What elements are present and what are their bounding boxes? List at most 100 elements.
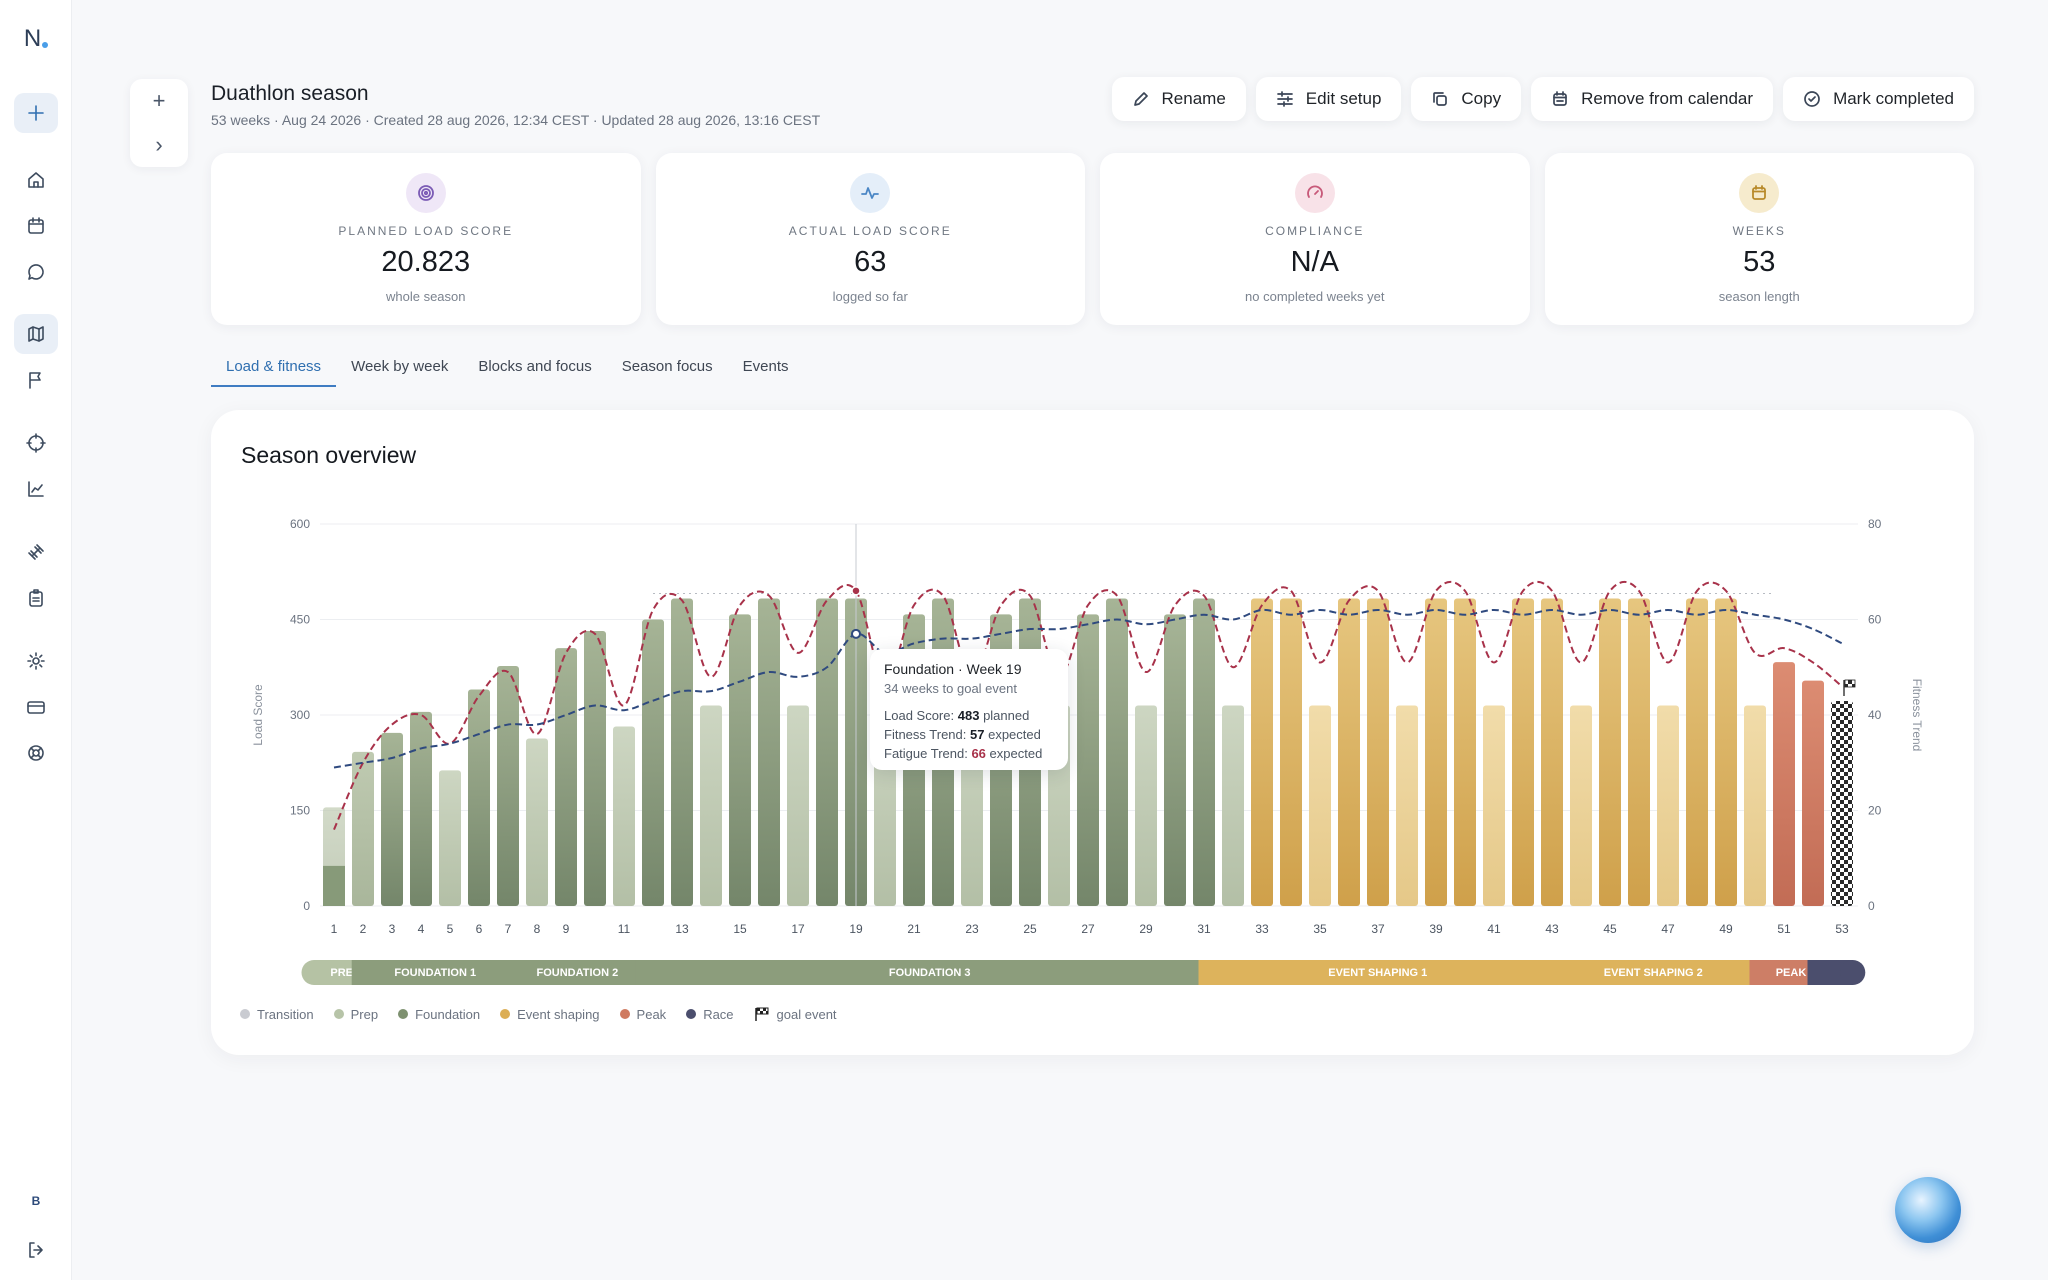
x-tick-label: 33 — [1255, 922, 1269, 936]
x-tick-label: 8 — [534, 922, 541, 936]
x-tick-label: 31 — [1197, 922, 1211, 936]
phase-block-label: EVENT SHAPING 1 — [1328, 967, 1427, 979]
actual-load-bar — [323, 865, 345, 906]
legend-transition[interactable]: Transition — [240, 1007, 314, 1022]
bar-week-11 — [613, 726, 635, 906]
x-tick-label: 37 — [1371, 922, 1385, 936]
bar-week-12 — [642, 619, 664, 906]
season-chart[interactable]: 0 0 150 20 300 40 450 60 600 80 Load Score Fitness … — [0, 0, 2048, 1050]
bar-week-4 — [410, 711, 432, 906]
tooltip-load-label: Load Score: — [884, 708, 955, 723]
user-avatar[interactable]: B — [24, 1189, 48, 1213]
y-tick-label: 600 — [290, 517, 310, 531]
x-tick-label: 41 — [1487, 922, 1501, 936]
bar-week-16 — [758, 598, 780, 906]
legend-swatch — [240, 1009, 250, 1019]
bar-week-47 — [1657, 705, 1679, 906]
bar-week-29 — [1135, 705, 1157, 906]
bar-week-51 — [1773, 662, 1795, 906]
legend-label: Prep — [350, 1006, 379, 1022]
x-tick-label: 9 — [563, 922, 570, 936]
x-tick-label: 13 — [675, 922, 689, 936]
tooltip-load-value: 483 — [957, 708, 980, 723]
phase-bar-cap-left — [301, 960, 327, 985]
tooltip-fatigue-label: Fatigue Trend: — [884, 746, 968, 761]
bar-week-27 — [1077, 614, 1099, 906]
x-tick-label: 49 — [1719, 922, 1733, 936]
bar-week-37 — [1367, 598, 1389, 906]
assistant-bubble[interactable] — [1895, 1177, 1961, 1243]
phase-block-label: EVENT SHAPING 2 — [1604, 967, 1703, 979]
tooltip-fitness-value: 57 — [970, 727, 985, 742]
bar-week-15 — [729, 614, 751, 906]
bar-week-33 — [1251, 598, 1273, 906]
bar-week-14 — [700, 705, 722, 906]
x-tick-label: 51 — [1777, 922, 1791, 936]
fatigue-marker — [851, 586, 861, 596]
bar-week-2 — [352, 751, 374, 906]
x-tick-label: 2 — [360, 922, 367, 936]
x-tick-label: 45 — [1603, 922, 1617, 936]
phase-block-label: FOUNDATION 3 — [889, 967, 971, 979]
y-tick-label: 300 — [290, 708, 310, 722]
bar-week-38 — [1396, 705, 1418, 906]
phase-block-label: FOUNDATION 1 — [394, 967, 476, 979]
bar-week-7 — [497, 665, 519, 906]
bar-week-28 — [1106, 598, 1128, 906]
bar-week-10 — [584, 630, 606, 906]
legend-label: goal event — [776, 1006, 837, 1022]
bar-week-9 — [555, 648, 577, 906]
bar-week-41 — [1483, 705, 1505, 906]
y2-tick-label: 60 — [1868, 613, 1882, 627]
tooltip-load-row: Load Score: 483 planned — [884, 706, 1054, 725]
x-tick-label: 29 — [1139, 922, 1153, 936]
tooltip-fitness-label: Fitness Trend: — [884, 727, 967, 742]
legend-swatch — [686, 1009, 697, 1019]
fitness-marker — [851, 628, 861, 639]
bar-week-42 — [1512, 598, 1534, 906]
bar-week-13 — [671, 598, 693, 906]
tooltip-fatigue-suffix: expected — [989, 746, 1043, 761]
bar-week-31 — [1193, 598, 1215, 906]
goal-flag — [1844, 679, 1856, 688]
x-tick-label: 4 — [418, 922, 425, 936]
bar-week-46 — [1628, 598, 1650, 906]
y2-tick-label: 80 — [1868, 517, 1882, 531]
x-tick-label: 43 — [1545, 922, 1559, 936]
x-tick-label: 5 — [447, 922, 454, 936]
legend-goal-event[interactable]: goal event — [754, 1006, 837, 1022]
legend-swatch — [398, 1009, 409, 1019]
legend-race[interactable]: Race — [686, 1006, 734, 1022]
legend-peak[interactable]: Peak — [619, 1006, 667, 1022]
tooltip-fatigue-row: Fatigue Trend: 66 expected — [884, 744, 1054, 763]
legend-prep[interactable]: Prep — [333, 1006, 379, 1022]
legend-label: Peak — [636, 1006, 667, 1022]
legend-swatch — [500, 1009, 511, 1019]
phase-block-label: PEAK — [1776, 967, 1807, 979]
y2-tick-label: 40 — [1868, 708, 1882, 722]
y2-axis-label: Fitness Trend — [1910, 679, 1924, 752]
legend-label: Race — [703, 1006, 734, 1022]
bar-week-6 — [468, 689, 490, 906]
x-tick-label: 19 — [849, 922, 863, 936]
legend-swatch — [333, 1009, 344, 1019]
legend-swatch — [619, 1009, 630, 1019]
chart-tooltip: Foundation · Week 19 34 weeks to goal ev… — [870, 649, 1068, 770]
tooltip-title: Foundation · Week 19 — [884, 661, 1022, 677]
y-tick-label: 0 — [303, 899, 310, 913]
chart-legend: Transition Prep Foundation Event shaping… — [240, 1006, 837, 1022]
bar-week-53 — [1831, 700, 1853, 906]
logout-button[interactable] — [14, 1230, 58, 1270]
bar-week-39 — [1425, 598, 1447, 906]
bar-week-50 — [1744, 705, 1766, 906]
bar-week-35 — [1309, 705, 1331, 906]
legend-foundation[interactable]: Foundation — [398, 1007, 480, 1022]
legend-event-shaping[interactable]: Event shaping — [500, 1007, 600, 1022]
tooltip-fitness-suffix: expected — [988, 727, 1041, 742]
y-tick-label: 150 — [290, 804, 310, 818]
bar-week-49 — [1715, 598, 1737, 906]
bar-week-30 — [1164, 614, 1186, 906]
bar-week-45 — [1599, 598, 1621, 906]
bar-week-8 — [526, 738, 548, 906]
phase-bar-cap-right — [1840, 960, 1866, 985]
